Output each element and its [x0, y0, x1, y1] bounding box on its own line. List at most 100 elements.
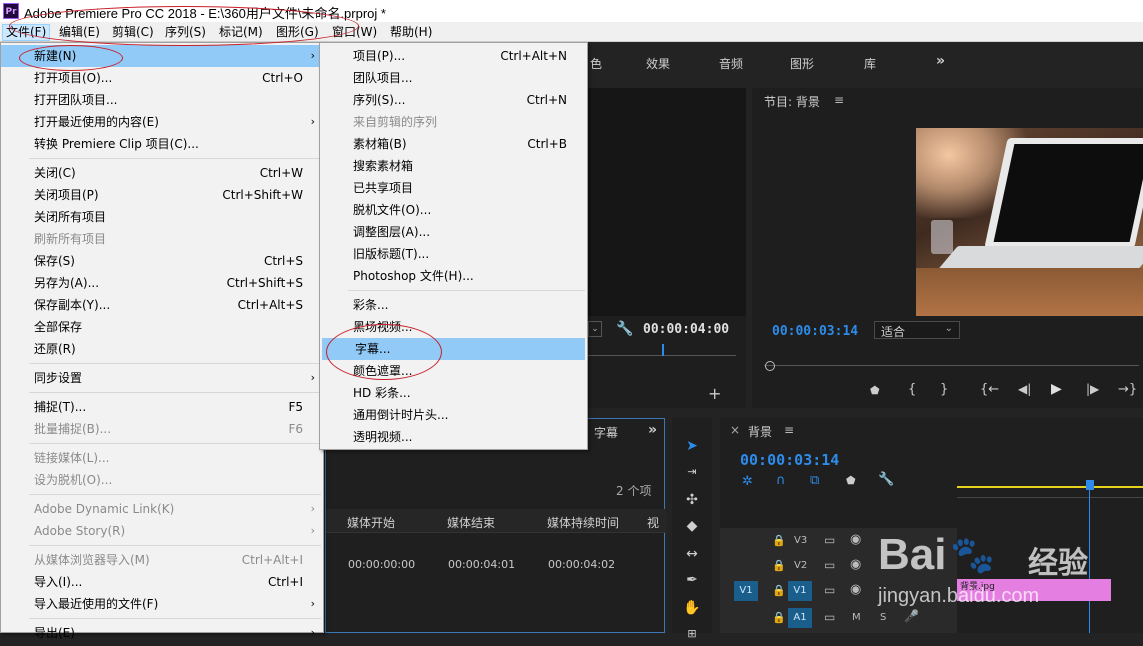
add-marker-icon[interactable]: ⬟	[846, 474, 856, 487]
new-submenu-item-16[interactable]: HD 彩条...	[320, 382, 587, 404]
play-icon[interactable]: ▶	[1051, 381, 1062, 397]
source-time-ruler[interactable]	[586, 344, 736, 356]
linked-selection-icon[interactable]: ⧉	[810, 473, 819, 488]
close-icon[interactable]: ×	[730, 423, 740, 437]
new-submenu-item-8[interactable]: 调整图层(A)...	[320, 221, 587, 243]
panel-overflow-icon[interactable]: »	[648, 422, 657, 438]
file-menu-item-11[interactable]: 另存为(A)... Ctrl+Shift+S	[1, 272, 323, 294]
eye-icon[interactable]: ◉	[850, 582, 861, 597]
eye-icon[interactable]: ◉	[850, 557, 861, 572]
menu-help[interactable]: 帮助(H)	[387, 24, 435, 41]
file-menu-item-6[interactable]: 关闭(C) Ctrl+W	[1, 162, 323, 184]
new-submenu-item-10[interactable]: Photoshop 文件(H)...	[320, 265, 587, 287]
new-submenu-item-4[interactable]: 素材箱(B) Ctrl+B	[320, 133, 587, 155]
file-menu-item-18[interactable]: 捕捉(T)... F5	[1, 396, 323, 418]
file-menu-item-8[interactable]: 关闭所有项目	[1, 206, 323, 228]
file-menu-item-12[interactable]: 保存副本(Y)... Ctrl+Alt+S	[1, 294, 323, 316]
timeline-playhead-handle[interactable]	[1086, 480, 1094, 490]
source-timecode[interactable]: 00:00:04:00	[643, 322, 729, 337]
hand-tool-icon[interactable]: ✋	[678, 596, 706, 620]
camera-icon[interactable]: ▭	[824, 583, 835, 597]
new-submenu-item-7[interactable]: 脱机文件(O)...	[320, 199, 587, 221]
file-menu-item-1[interactable]: 打开项目(O)... Ctrl+O	[1, 67, 323, 89]
new-submenu-item-0[interactable]: 项目(P)... Ctrl+Alt+N	[320, 45, 587, 67]
step-forward-icon[interactable]: |▶	[1086, 382, 1099, 396]
camera-icon[interactable]: ▭	[824, 558, 835, 572]
project-panel-tab[interactable]: 字幕	[594, 424, 618, 441]
program-timecode[interactable]: 00:00:03:14	[772, 324, 858, 339]
camera-icon[interactable]: ▭	[824, 610, 835, 624]
selection-tool-icon[interactable]: ➤	[678, 434, 706, 458]
workspace-tab-libraries[interactable]: 库	[864, 55, 876, 72]
workspace-tab-audio[interactable]: 音频	[719, 55, 743, 72]
source-playhead[interactable]	[662, 344, 664, 356]
column-media-duration[interactable]: 媒体持续时间	[547, 514, 619, 531]
column-media-start[interactable]: 媒体开始	[347, 514, 395, 531]
playhead-handle-icon[interactable]	[765, 361, 775, 371]
mark-out-icon[interactable]: }	[940, 382, 948, 397]
track-name-v1[interactable]: V1	[788, 581, 812, 601]
workspace-tab-graphics[interactable]: 图形	[790, 55, 814, 72]
lock-icon[interactable]: 🔒	[772, 611, 786, 624]
workspace-tab-color[interactable]: 色	[590, 55, 602, 72]
new-submenu-item-17[interactable]: 通用倒计时片头...	[320, 404, 587, 426]
file-menu-item-29[interactable]: 导入最近使用的文件(F) ›	[1, 593, 323, 615]
lock-icon[interactable]: 🔒	[772, 534, 786, 547]
timeline-ruler[interactable]	[957, 488, 1143, 498]
panel-menu-icon[interactable]: ≡	[784, 423, 794, 437]
new-submenu-item-5[interactable]: 搜索素材箱	[320, 155, 587, 177]
file-menu-item-label: 刷新所有项目	[34, 232, 107, 246]
timeline-title[interactable]: 背景	[748, 423, 772, 440]
new-submenu-item-1[interactable]: 团队项目...	[320, 67, 587, 89]
slip-tool-icon[interactable]: ↔	[678, 542, 706, 566]
lock-icon[interactable]: 🔒	[772, 584, 786, 597]
go-to-in-icon[interactable]: {←	[980, 382, 999, 397]
mute-button[interactable]: M	[852, 612, 861, 623]
wrench-icon[interactable]: 🔧	[878, 472, 894, 487]
track-select-tool-icon[interactable]: ⇥	[678, 460, 706, 484]
file-menu-item-7[interactable]: 关闭项目(P) Ctrl+Shift+W	[1, 184, 323, 206]
workspace-tab-effects[interactable]: 效果	[646, 55, 670, 72]
file-menu-item-3[interactable]: 打开最近使用的内容(E) ›	[1, 111, 323, 133]
pen-tool-icon[interactable]: ✒	[678, 568, 706, 592]
new-submenu-item-label: 来自剪辑的序列	[353, 115, 438, 129]
type-tool-icon[interactable]: ⊞	[678, 622, 706, 646]
go-to-out-icon[interactable]: →}	[1118, 382, 1137, 397]
file-menu-item-16[interactable]: 同步设置 ›	[1, 367, 323, 389]
file-menu-item-31[interactable]: 导出(E) ›	[1, 622, 323, 644]
file-menu-item-28[interactable]: 导入(I)... Ctrl+I	[1, 571, 323, 593]
workspace-overflow-icon[interactable]: »	[936, 53, 945, 69]
chevron-down-icon[interactable]: ⌄	[588, 321, 602, 337]
step-back-icon[interactable]: ◀|	[1018, 382, 1031, 396]
new-submenu-item-2[interactable]: 序列(S)... Ctrl+N	[320, 89, 587, 111]
track-name-a1[interactable]: A1	[788, 608, 812, 628]
column-media-end[interactable]: 媒体结束	[447, 514, 495, 531]
snap-icon[interactable]: ∩	[776, 473, 786, 488]
timeline-timecode[interactable]: 00:00:03:14	[740, 451, 839, 469]
panel-menu-icon[interactable]: ≡	[834, 93, 844, 107]
nest-icon[interactable]: ✲	[742, 474, 753, 489]
mark-in-icon[interactable]: {	[908, 382, 916, 397]
column-video[interactable]: 视	[647, 514, 659, 531]
program-monitor-title[interactable]: 节目: 背景	[764, 93, 820, 110]
lock-icon[interactable]: 🔒	[772, 559, 786, 572]
file-menu-item-13[interactable]: 全部保存	[1, 316, 323, 338]
new-submenu-item-18[interactable]: 透明视频...	[320, 426, 587, 448]
camera-icon[interactable]: ▭	[824, 533, 835, 547]
ripple-edit-tool-icon[interactable]: ✣	[678, 488, 706, 512]
source-patch-v1[interactable]: V1	[734, 581, 758, 601]
razor-tool-icon[interactable]: ◆	[678, 514, 706, 538]
file-menu-item-4[interactable]: 转换 Premiere Clip 项目(C)...	[1, 133, 323, 155]
new-submenu-item-12[interactable]: 彩条...	[320, 294, 587, 316]
file-menu-item-2[interactable]: 打开团队项目...	[1, 89, 323, 111]
wrench-icon[interactable]: 🔧	[616, 321, 633, 337]
eye-icon[interactable]: ◉	[850, 532, 861, 547]
new-submenu-item-6[interactable]: 已共享项目	[320, 177, 587, 199]
add-marker-icon[interactable]: ⬟	[870, 384, 880, 397]
new-submenu-item-9[interactable]: 旧版标题(T)...	[320, 243, 587, 265]
program-time-ruler[interactable]	[764, 354, 1139, 366]
add-button-icon[interactable]: +	[708, 384, 721, 403]
file-menu-item-10[interactable]: 保存(S) Ctrl+S	[1, 250, 323, 272]
file-menu-item-14[interactable]: 还原(R)	[1, 338, 323, 360]
fit-select[interactable]: 适合 ⌄	[874, 321, 960, 339]
